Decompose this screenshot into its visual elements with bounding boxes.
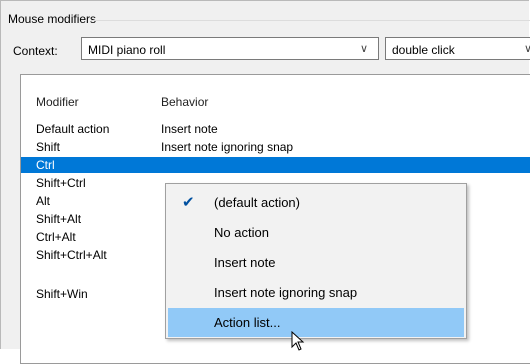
table-row[interactable]: Shift Insert note ignoring snap <box>21 139 530 155</box>
group-divider <box>91 20 530 21</box>
table-row[interactable]: Default action Insert note <box>21 121 530 137</box>
click-type-value: double click <box>392 43 455 57</box>
column-header-modifier[interactable]: Modifier <box>36 95 79 109</box>
context-label: Context: <box>13 44 58 58</box>
chevron-down-icon: ∨ <box>360 43 369 55</box>
menu-item-label: Action list... <box>214 315 281 330</box>
behavior-context-menu[interactable]: ✔ (default action) No action Insert note… <box>165 183 467 339</box>
context-select-value: MIDI piano roll <box>88 43 166 57</box>
mouse-pointer-icon <box>291 331 305 351</box>
group-title: Mouse modifiers <box>8 12 97 26</box>
checkmark-icon: ✔ <box>182 194 195 211</box>
modifier-cell: Shift+Ctrl+Alt <box>36 248 107 262</box>
modifier-cell: Shift <box>36 140 61 154</box>
context-select[interactable]: MIDI piano roll ∨ <box>81 37 379 60</box>
mouse-modifiers-window: Mouse modifiers Context: MIDI piano roll… <box>0 0 530 364</box>
modifier-cell: Shift+Win <box>36 287 88 301</box>
menu-item-label: Insert note ignoring snap <box>214 285 358 300</box>
click-type-select[interactable]: double click ∨ <box>385 37 530 60</box>
behavior-cell: Insert note <box>161 122 218 136</box>
column-header-behavior[interactable]: Behavior <box>161 95 208 109</box>
menu-item-label: (default action) <box>214 195 300 210</box>
modifier-cell: Default action <box>36 122 110 136</box>
behavior-cell: Insert note ignoring snap <box>161 140 294 154</box>
menu-item-default-action[interactable]: ✔ (default action) <box>168 188 464 217</box>
table-row-selected[interactable]: Ctrl <box>21 157 530 173</box>
modifier-cell: Shift+Ctrl <box>36 176 86 190</box>
menu-item-label: No action <box>214 225 269 240</box>
menu-item-action-list[interactable]: Action list... <box>168 308 464 337</box>
modifier-cell: Ctrl <box>36 158 55 172</box>
menu-item-insert-note-ignoring-snap[interactable]: Insert note ignoring snap <box>168 278 464 307</box>
menu-item-label: Insert note <box>214 255 276 270</box>
modifier-cell: Ctrl+Alt <box>36 230 76 244</box>
chevron-down-icon: ∨ <box>524 43 530 55</box>
modifier-cell: Alt <box>36 194 51 208</box>
modifier-cell: Shift+Alt <box>36 212 82 226</box>
menu-item-no-action[interactable]: No action <box>168 218 464 247</box>
menu-item-insert-note[interactable]: Insert note <box>168 248 464 277</box>
